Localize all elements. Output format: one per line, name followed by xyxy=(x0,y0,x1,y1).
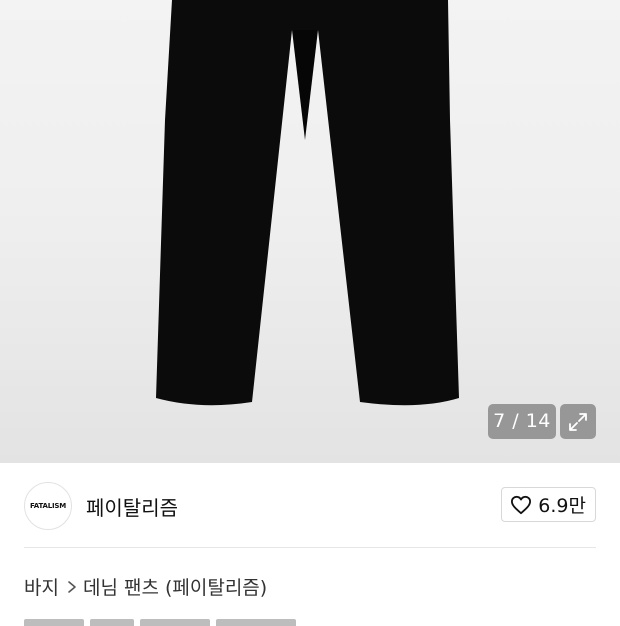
brand-name[interactable]: 페이탈리즘 xyxy=(86,492,178,521)
brand-logo[interactable]: FATALISM xyxy=(24,482,72,530)
breadcrumb-item-denim-pants[interactable]: 데님 팬츠 (페이탈리즘) xyxy=(83,573,267,600)
chevron-right-icon xyxy=(67,580,77,594)
product-title-cutoff xyxy=(24,614,324,626)
product-image-gallery[interactable]: 7 / 14 xyxy=(0,0,620,463)
image-counter: 7 / 14 xyxy=(488,404,556,439)
like-count: 6.9만 xyxy=(538,495,586,517)
like-button[interactable]: 6.9만 xyxy=(501,487,596,522)
expand-icon xyxy=(569,412,587,431)
breadcrumb: 바지 데님 팬츠 (페이탈리즘) xyxy=(24,573,267,600)
breadcrumb-item-pants[interactable]: 바지 xyxy=(24,573,59,600)
heart-icon xyxy=(511,495,532,514)
divider xyxy=(24,547,596,548)
brand-row: FATALISM 페이탈리즘 6.9만 xyxy=(24,481,596,531)
product-image-black-jeans xyxy=(156,0,459,406)
brand-logo-text: FATALISM xyxy=(30,502,66,510)
expand-button[interactable] xyxy=(560,404,596,439)
